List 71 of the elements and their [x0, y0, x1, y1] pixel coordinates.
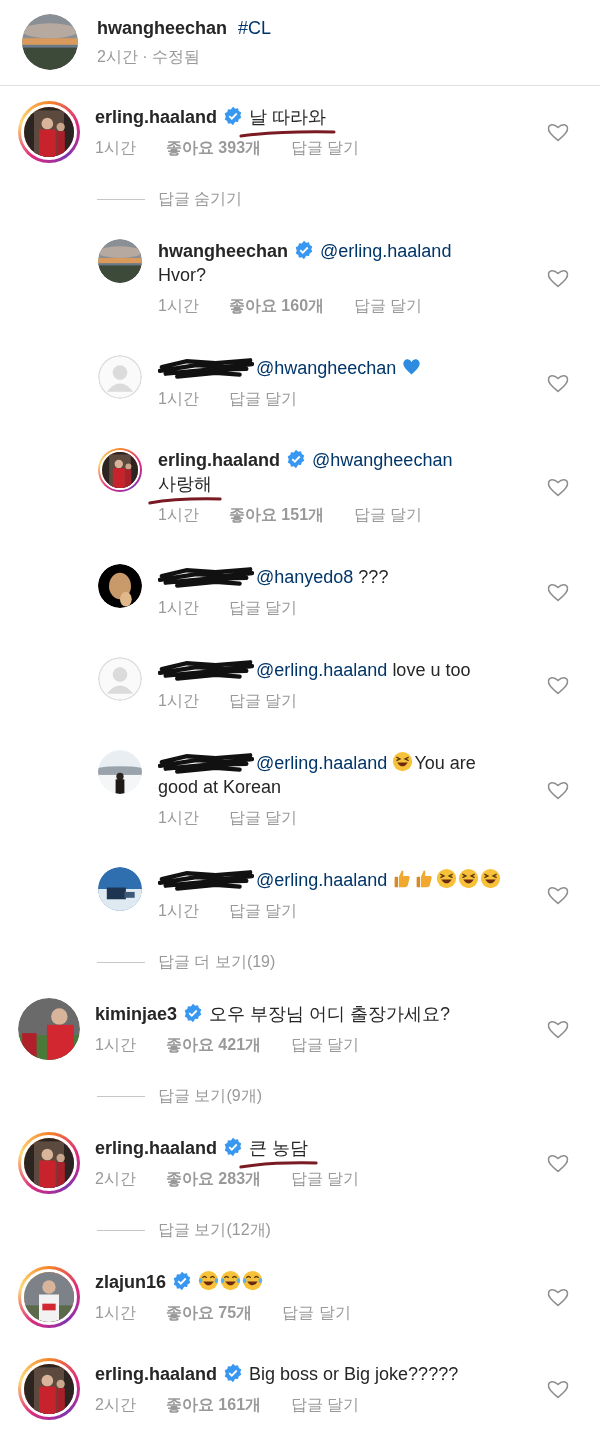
- comment-time: 1시간: [158, 296, 199, 316]
- comment-time: 1시간: [158, 808, 199, 828]
- username[interactable]: hwangheechan: [158, 241, 289, 261]
- mention-link[interactable]: @hwangheechan: [256, 358, 397, 378]
- comment-text: Hvor?: [158, 265, 206, 285]
- view-replies-link[interactable]: 답글 숨기기: [158, 188, 243, 210]
- like-count[interactable]: 좋아요 421개: [165, 1034, 262, 1056]
- comment-time: 1시간: [158, 389, 199, 409]
- laughing-tears-emoji-icon: [220, 1270, 242, 1291]
- laughing-emoji-icon: [392, 751, 414, 772]
- reply-link[interactable]: 답글 달기: [354, 504, 423, 526]
- view-replies-link[interactable]: 답글 보기(12개): [158, 1219, 271, 1241]
- comment-text: 사랑해: [158, 474, 212, 494]
- username[interactable]: kiminjae3: [95, 1004, 178, 1024]
- like-count[interactable]: 좋아요 151개: [228, 504, 325, 526]
- comment-time: 1시간: [158, 505, 199, 525]
- like-count[interactable]: 좋아요 160개: [228, 295, 325, 317]
- reply-link[interactable]: 답글 달기: [228, 807, 298, 829]
- mention-link[interactable]: @erling.haaland: [320, 241, 452, 261]
- like-count[interactable]: 좋아요 161개: [165, 1394, 262, 1416]
- laughing-emoji-icon: [480, 868, 502, 889]
- comment-text: 오우 부장님 어디 출장가세요?: [209, 1004, 451, 1024]
- mention-link[interactable]: @erling.haaland: [256, 870, 388, 890]
- heart-emoji-icon: [401, 356, 423, 377]
- comment-text: You are: [414, 753, 476, 773]
- mention-link[interactable]: @erling.haaland: [256, 660, 388, 680]
- reply-link[interactable]: 답글 달기: [291, 1394, 360, 1416]
- username[interactable]: erling.haaland: [95, 107, 218, 127]
- view-replies-link[interactable]: 답글 더 보기(19): [158, 951, 276, 973]
- username[interactable]: erling.haaland: [95, 1364, 218, 1384]
- reply-link[interactable]: 답글 달기: [228, 597, 298, 619]
- comment-time: 2시간: [95, 1169, 136, 1189]
- post-time: 2시간 · 수정됨: [97, 47, 201, 67]
- comment-text: ???: [358, 567, 389, 587]
- comment-text: 큰 농담: [249, 1138, 309, 1158]
- comment-time: 1시간: [95, 138, 136, 158]
- hashtag-link[interactable]: #CL: [238, 18, 272, 38]
- reply-link[interactable]: 답글 달기: [354, 295, 423, 317]
- comment-time: 1시간: [95, 1303, 136, 1323]
- username[interactable]: erling.haaland: [95, 1138, 218, 1158]
- reply-link[interactable]: 답글 달기: [291, 1168, 360, 1190]
- mention-link[interactable]: @erling.haaland: [256, 753, 388, 773]
- reply-link[interactable]: 답글 달기: [282, 1302, 351, 1324]
- view-replies-link[interactable]: 답글 보기(9개): [158, 1085, 262, 1107]
- like-count[interactable]: 좋아요 393개: [165, 137, 262, 159]
- laughing-tears-emoji-icon: [242, 1270, 264, 1291]
- comment-time: 1시간: [158, 598, 199, 618]
- comment-text: love u too: [392, 660, 471, 680]
- reply-link[interactable]: 답글 달기: [291, 1034, 360, 1056]
- mention-link[interactable]: @hwangheechan: [312, 450, 453, 470]
- reply-link[interactable]: 답글 달기: [291, 137, 360, 159]
- mention-link[interactable]: @hanyedo8: [256, 567, 354, 587]
- username[interactable]: hwangheechan: [97, 18, 228, 38]
- comment-time: 1시간: [158, 691, 199, 711]
- like-count[interactable]: 좋아요 283개: [165, 1168, 262, 1190]
- comment-text: good at Korean: [158, 777, 282, 797]
- reply-link[interactable]: 답글 달기: [228, 900, 298, 922]
- comment-time: 1시간: [95, 1035, 136, 1055]
- laughing-tears-emoji-icon: [198, 1270, 220, 1291]
- comment-time: 2시간: [95, 1395, 136, 1415]
- username[interactable]: erling.haaland: [158, 450, 281, 470]
- comment-time: 1시간: [158, 901, 199, 921]
- reply-link[interactable]: 답글 달기: [228, 690, 298, 712]
- laughing-emoji-icon: [458, 868, 480, 889]
- comment-text: Big boss or Big joke?????: [249, 1364, 459, 1384]
- comment-text: 날 따라와: [249, 107, 327, 127]
- username[interactable]: zlajun16: [95, 1272, 167, 1292]
- reply-link[interactable]: 답글 달기: [228, 388, 298, 410]
- like-count[interactable]: 좋아요 75개: [165, 1302, 253, 1324]
- laughing-emoji-icon: [436, 868, 458, 889]
- story-ring[interactable]: [98, 448, 142, 492]
